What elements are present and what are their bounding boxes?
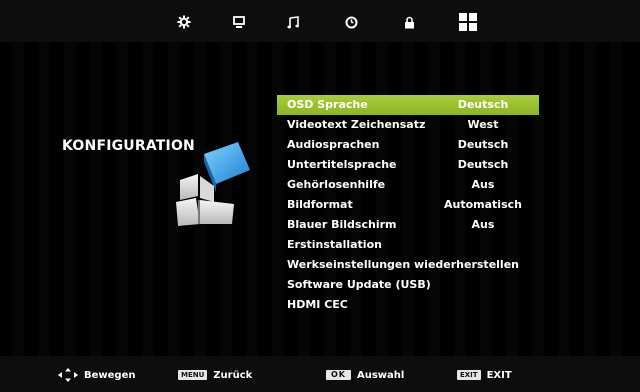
lock-icon[interactable] bbox=[400, 13, 418, 31]
menu-item-value: Aus bbox=[471, 178, 495, 191]
menu-item[interactable]: Werkseinstellungen wiederherstellen bbox=[277, 255, 539, 275]
top-tab-bar bbox=[0, 0, 640, 42]
menu-item-value: Deutsch bbox=[457, 138, 509, 151]
menu-item[interactable]: Blauer Bildschirm Aus bbox=[277, 215, 539, 235]
tv-settings-screen: KONFIGURATION OSD Sprache Deutsch Videotex… bbox=[0, 0, 640, 392]
menu-item-label: Werkseinstellungen wiederherstellen bbox=[287, 258, 519, 271]
menu-item-value: Automatisch bbox=[444, 198, 522, 211]
menu-item[interactable]: HDMI CEC bbox=[277, 295, 539, 315]
menu-item[interactable]: Untertitelsprache Deutsch bbox=[277, 155, 539, 175]
menu-item[interactable]: Bildformat Automatisch bbox=[277, 195, 539, 215]
music-note-icon[interactable] bbox=[284, 13, 302, 31]
menu-item[interactable]: Gehörlosenhilfe Aus bbox=[277, 175, 539, 195]
menu-item-value: Aus bbox=[471, 218, 495, 231]
menu-item-label: Blauer Bildschirm bbox=[287, 218, 397, 231]
menu-item-value: Deutsch bbox=[457, 158, 509, 171]
menu-item[interactable]: Audiosprachen Deutsch bbox=[277, 135, 539, 155]
menu-item[interactable]: OSD Sprache Deutsch bbox=[277, 95, 539, 115]
exit-label: EXIT bbox=[486, 369, 512, 381]
settings-menu: OSD Sprache Deutsch Videotext Zeichensatz W… bbox=[277, 95, 539, 315]
back-hint: MENU Zurück bbox=[178, 369, 252, 381]
grid-icon[interactable] bbox=[456, 10, 480, 34]
menu-item-value: Deutsch bbox=[457, 98, 509, 111]
menu-item-label: Audiosprachen bbox=[287, 138, 380, 151]
exit-key: EXIT bbox=[457, 370, 481, 380]
ok-key: OK bbox=[326, 370, 351, 380]
move-label: Bewegen bbox=[84, 369, 136, 381]
move-hint: Bewegen bbox=[58, 368, 136, 382]
menu-item-label: OSD Sprache bbox=[287, 98, 368, 111]
select-hint: OK Auswahl bbox=[326, 369, 404, 381]
menu-item-label: Bildformat bbox=[287, 198, 353, 211]
menu-item-label: Untertitelsprache bbox=[287, 158, 397, 171]
menu-item-label: Software Update (USB) bbox=[287, 278, 431, 291]
menu-item-label: Erstinstallation bbox=[287, 238, 382, 251]
bottom-hint-bar: Bewegen MENU Zurück OK Auswahl EXIT EXIT bbox=[0, 356, 640, 392]
select-label: Auswahl bbox=[357, 369, 405, 381]
menu-item[interactable]: Erstinstallation bbox=[277, 235, 539, 255]
menu-item[interactable]: Software Update (USB) bbox=[277, 275, 539, 295]
menu-key: MENU bbox=[178, 370, 208, 380]
menu-item-value: West bbox=[467, 118, 499, 131]
exit-hint: EXIT EXIT bbox=[457, 369, 512, 381]
configuration-blocks-icon bbox=[176, 142, 250, 226]
menu-item-label: Gehörlosenhilfe bbox=[287, 178, 386, 191]
monitor-icon[interactable] bbox=[230, 13, 248, 31]
navigation-arrows-icon bbox=[58, 368, 78, 382]
clock-icon[interactable] bbox=[342, 13, 360, 31]
picture-settings-icon[interactable] bbox=[175, 13, 193, 31]
menu-item[interactable]: Videotext Zeichensatz West bbox=[277, 115, 539, 135]
back-label: Zurück bbox=[213, 369, 253, 381]
menu-item-label: HDMI CEC bbox=[287, 298, 348, 311]
menu-item-label: Videotext Zeichensatz bbox=[287, 118, 426, 131]
